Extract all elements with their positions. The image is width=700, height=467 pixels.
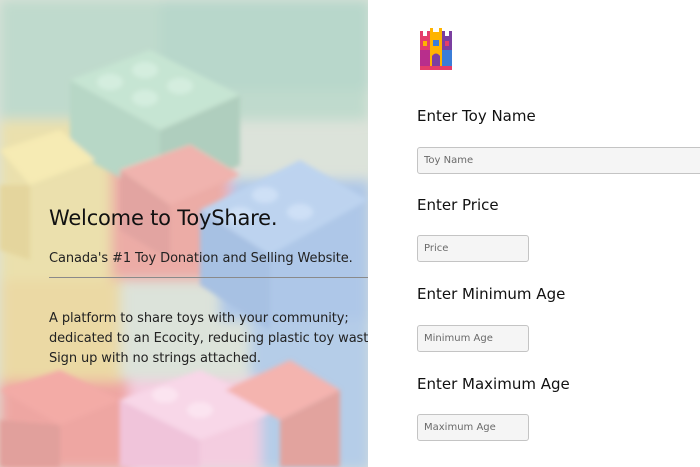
- hero-description-line: dedicated to an Ecocity, reducing plasti…: [49, 331, 368, 346]
- hero-title: Welcome to ToyShare.: [49, 206, 278, 230]
- minimum-age-label: Enter Minimum Age: [417, 285, 566, 303]
- hero-divider: [49, 277, 368, 278]
- hero-tagline: Canada's #1 Toy Donation and Selling Web…: [49, 251, 353, 266]
- hero-overlay: [0, 0, 368, 467]
- castle-logo-icon[interactable]: [417, 28, 455, 74]
- hero-panel: Welcome to ToyShare. Canada's #1 Toy Don…: [0, 0, 368, 467]
- hero-description: A platform to share toys with your commu…: [49, 309, 368, 369]
- hero-description-line: A platform to share toys with your commu…: [49, 311, 349, 326]
- toy-name-input[interactable]: [417, 147, 700, 174]
- add-toy-form: Enter Toy Name Enter Price Enter Minimum…: [368, 0, 700, 467]
- price-label: Enter Price: [417, 196, 499, 214]
- price-input[interactable]: [417, 235, 529, 262]
- toy-name-label: Enter Toy Name: [417, 107, 536, 125]
- minimum-age-input[interactable]: [417, 325, 529, 352]
- maximum-age-input[interactable]: [417, 414, 529, 441]
- hero-description-line: Sign up with no strings attached.: [49, 351, 261, 366]
- maximum-age-label: Enter Maximum Age: [417, 375, 570, 393]
